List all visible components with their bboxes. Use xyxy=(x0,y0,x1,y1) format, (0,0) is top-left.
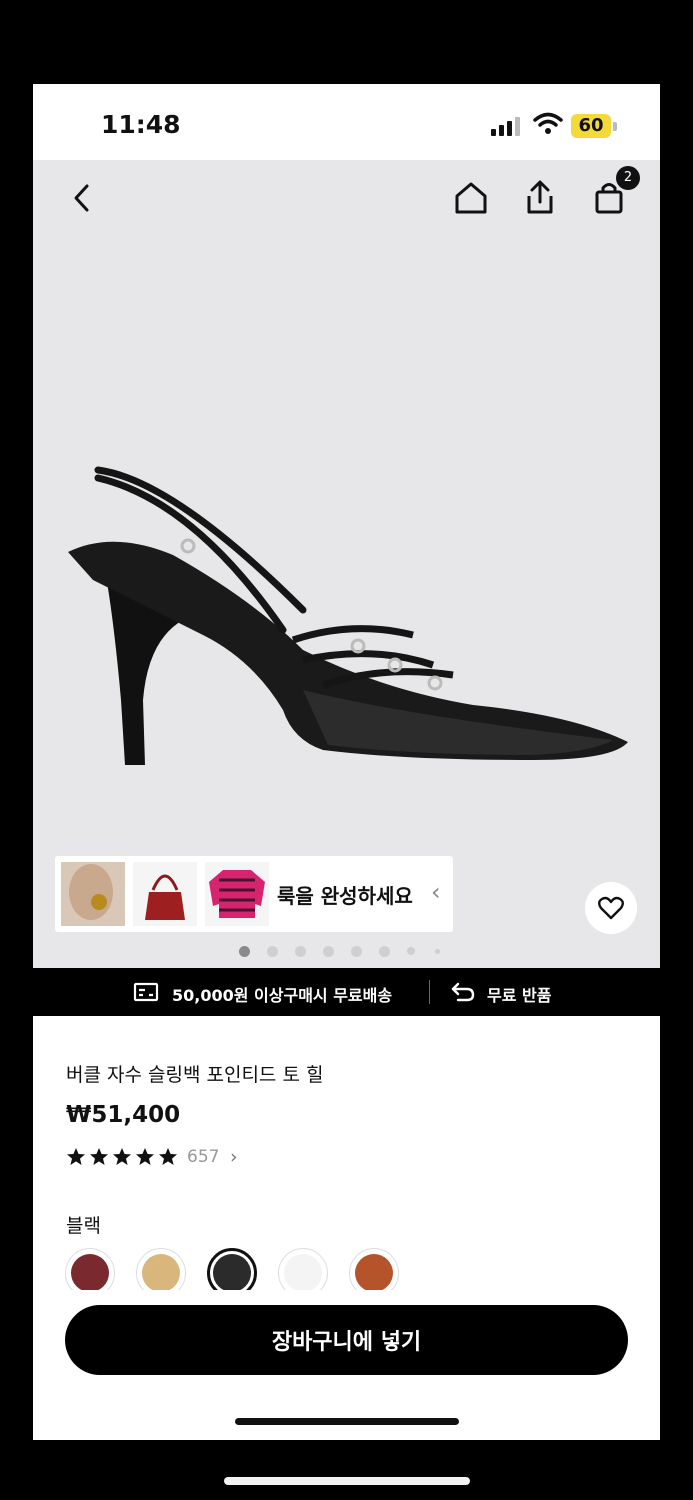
earring-image xyxy=(69,864,113,920)
product-title: 버클 자수 슬링백 포인티드 토 힐 xyxy=(66,1064,324,1086)
battery-cap xyxy=(613,122,617,131)
signal-icon xyxy=(491,117,520,136)
color-swatch[interactable] xyxy=(349,1248,399,1290)
add-to-cart-button[interactable]: 장바구니에 넣기 xyxy=(65,1305,628,1375)
share-icon[interactable] xyxy=(520,178,560,218)
pagination-dot xyxy=(295,946,306,957)
battery-indicator: 60 xyxy=(571,114,611,138)
review-count[interactable]: 657 xyxy=(187,1147,219,1167)
complete-the-look-strip[interactable]: 룩을 완성하세요 ‹ xyxy=(55,856,453,932)
return-arrow-icon xyxy=(451,982,475,1002)
color-swatch[interactable] xyxy=(207,1248,257,1290)
look-thumbnail-bag[interactable] xyxy=(133,862,197,926)
app-screen: 11:48 60 2 룩을 완성하세요 ‹ 50,000원 이상구매시 무료배송… xyxy=(33,84,660,1440)
star-icon xyxy=(159,1148,177,1165)
star-icon xyxy=(136,1148,154,1165)
pagination-dot xyxy=(379,946,390,957)
color-swatch[interactable] xyxy=(136,1248,186,1290)
look-thumbnail-earring[interactable] xyxy=(61,862,125,926)
shipping-info-bar: 50,000원 이상구매시 무료배송 무료 반품 xyxy=(33,968,660,1016)
color-swatch[interactable] xyxy=(278,1248,328,1290)
swatch-fill xyxy=(71,1254,109,1290)
chevron-right-icon[interactable]: › xyxy=(230,1146,238,1168)
home-icon[interactable] xyxy=(451,178,491,218)
bag-count-badge: 2 xyxy=(616,166,640,190)
status-time: 11:48 xyxy=(101,110,181,139)
free-shipping-text: 50,000원 이상구매시 무료배송 xyxy=(172,986,393,1005)
star-icon xyxy=(67,1148,85,1165)
status-bar: 11:48 60 xyxy=(33,84,660,160)
product-price: ₩51,400 xyxy=(66,1102,181,1128)
swatch-fill xyxy=(284,1254,322,1290)
star-icon xyxy=(113,1148,131,1165)
wishlist-button[interactable] xyxy=(585,882,637,934)
shipping-card-icon xyxy=(133,982,159,1002)
swatch-fill xyxy=(142,1254,180,1290)
outer-home-indicator xyxy=(224,1477,470,1485)
add-to-cart-label: 장바구니에 넣기 xyxy=(271,1330,422,1355)
home-indicator xyxy=(235,1418,459,1425)
wifi-icon xyxy=(533,112,563,134)
back-arrow-icon[interactable] xyxy=(63,178,103,218)
swatch-fill xyxy=(355,1254,393,1290)
pagination-dot xyxy=(239,946,250,957)
product-image-gallery[interactable]: 2 룩을 완성하세요 ‹ xyxy=(33,160,660,968)
free-return-text: 무료 반품 xyxy=(487,986,552,1005)
look-thumbnail-top[interactable] xyxy=(205,862,269,926)
chevron-left-icon[interactable]: ‹ xyxy=(431,878,441,906)
heart-icon xyxy=(598,896,624,920)
pagination-dot xyxy=(407,947,415,955)
color-swatch[interactable] xyxy=(65,1248,115,1290)
bag-image xyxy=(145,874,185,920)
complete-look-label: 룩을 완성하세요 xyxy=(277,884,413,908)
pagination-dot xyxy=(351,946,362,957)
product-photo xyxy=(68,466,628,765)
pagination-dot xyxy=(323,946,334,957)
divider xyxy=(429,980,430,1004)
selected-color-label: 블랙 xyxy=(66,1215,101,1237)
swatch-fill xyxy=(213,1254,251,1290)
top-image xyxy=(209,870,265,918)
pagination-dot xyxy=(267,946,278,957)
star-icon xyxy=(90,1148,108,1165)
color-swatch-list xyxy=(65,1244,645,1290)
pagination-dot xyxy=(435,949,440,954)
